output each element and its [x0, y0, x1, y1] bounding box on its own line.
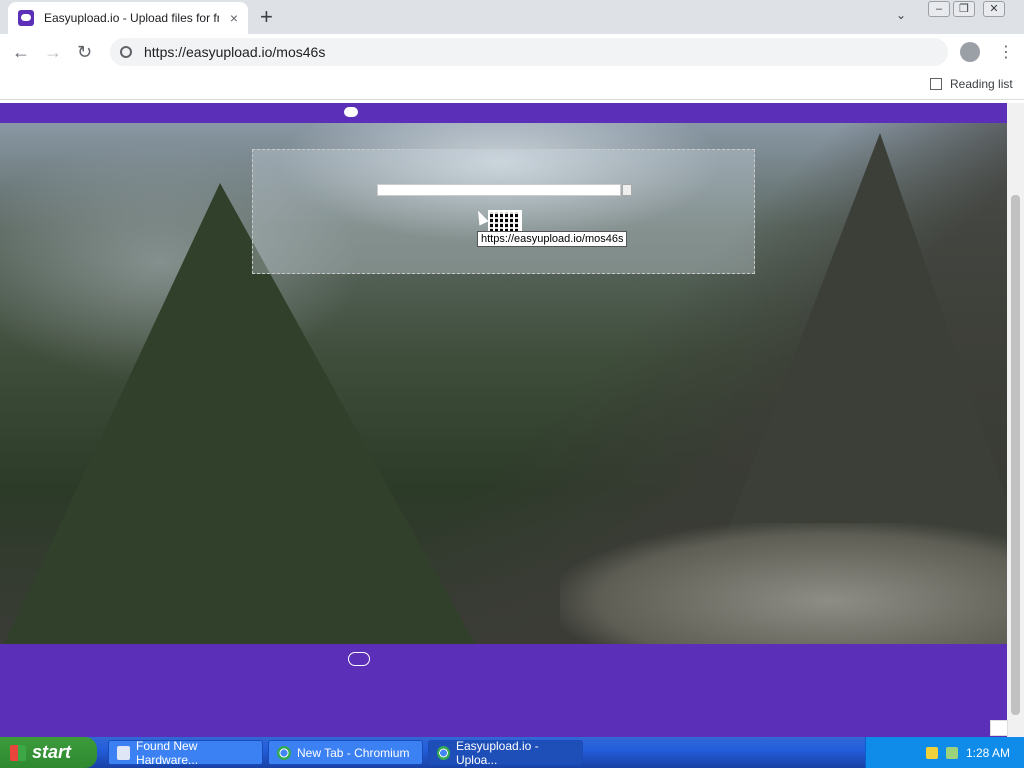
site-footer — [0, 644, 1007, 737]
tab-strip: Easyupload.io - Upload files for free × … — [0, 0, 1024, 34]
taskbar-item-new-tab[interactable]: New Tab - Chromium — [268, 740, 423, 765]
download-link-field[interactable] — [377, 184, 621, 196]
page-scrollbar[interactable] — [1007, 103, 1024, 737]
start-button[interactable]: start — [0, 737, 97, 768]
chromium-icon — [437, 745, 450, 760]
tab-search-chevron-icon[interactable]: ⌄ — [896, 8, 906, 22]
tab-close-button[interactable]: × — [230, 10, 238, 26]
browser-toolbar: ← → ↻ https://easyupload.io/mos46s ⋮ — [0, 34, 1024, 70]
maximize-button[interactable]: ❐ — [953, 1, 975, 17]
window-icon — [117, 745, 131, 760]
system-tray: 1:28 AM — [865, 737, 1024, 768]
reading-list-icon — [930, 78, 942, 90]
easyupload-favicon-icon — [18, 10, 34, 26]
taskbar-item-easyupload[interactable]: Easyupload.io - Uploa... — [428, 738, 583, 767]
forward-arrow-icon[interactable]: → — [44, 42, 62, 62]
minimize-button[interactable]: – — [928, 1, 950, 17]
network-icon[interactable] — [945, 746, 958, 759]
site-info-icon[interactable] — [120, 46, 132, 58]
profile-avatar-icon[interactable] — [960, 42, 980, 62]
recaptcha-badge-icon[interactable] — [990, 720, 1008, 736]
reload-icon[interactable]: ↻ — [77, 42, 92, 62]
reading-list-label: Reading list — [950, 77, 1013, 91]
start-label: start — [32, 742, 72, 762]
chromium-icon — [277, 745, 291, 760]
security-shield-icon[interactable] — [925, 746, 938, 759]
back-arrow-icon[interactable]: ← — [12, 42, 30, 62]
rock-field — [560, 523, 1007, 653]
taskbar-item-found-hardware[interactable]: Found New Hardware... — [108, 738, 263, 767]
cloud-upload-logo-icon — [348, 652, 370, 666]
reading-list-button[interactable]: Reading list — [930, 77, 1013, 91]
new-tab-button[interactable]: + — [260, 5, 273, 29]
copy-link-icon[interactable] — [622, 184, 632, 196]
task-label: Easyupload.io - Uploa... — [455, 738, 539, 767]
tab-easyupload[interactable]: Easyupload.io - Upload files for free × — [8, 2, 248, 34]
menu-kebab-icon[interactable]: ⋮ — [998, 42, 1014, 62]
address-bar[interactable]: https://easyupload.io/mos46s — [110, 38, 948, 66]
task-label: Found New Hardware... — [136, 738, 199, 767]
site-logo[interactable] — [344, 107, 361, 117]
clock[interactable]: 1:28 AM — [966, 746, 1010, 760]
address-url[interactable]: https://easyupload.io/mos46s — [144, 44, 325, 60]
cloud-logo-icon — [344, 107, 358, 117]
mountain-background — [0, 123, 1007, 653]
scrollbar-thumb[interactable] — [1011, 195, 1020, 715]
task-label: New Tab - Chromium — [297, 745, 410, 760]
footer-logo — [348, 652, 373, 666]
windows-flag-icon — [10, 744, 26, 761]
bookmarks-bar: Reading list — [0, 70, 1024, 100]
close-window-button[interactable]: ✕ — [983, 1, 1005, 17]
site-header — [0, 103, 1007, 123]
link-tooltip: https://easyupload.io/mos46s — [477, 231, 628, 247]
tab-title: Easyupload.io - Upload files for free — [44, 11, 219, 25]
page-viewport — [0, 103, 1007, 737]
taskbar: start Found New Hardware... New Tab - Ch… — [0, 737, 1024, 768]
upload-result-panel — [252, 149, 755, 274]
